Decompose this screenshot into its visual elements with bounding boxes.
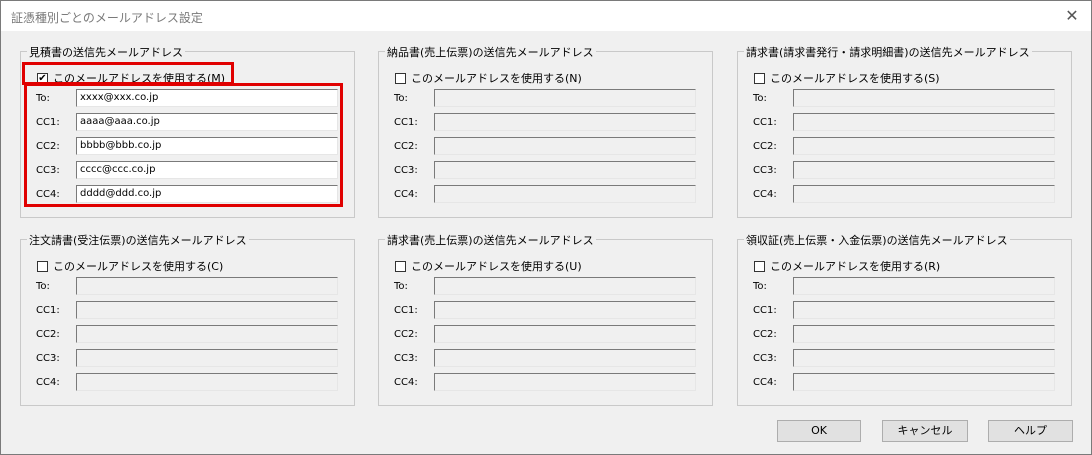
group-delivery: 納品書(売上伝票)の送信先メールアドレス このメールアドレスを使用する(N) T… [378,44,713,218]
cc4-label: CC4: [394,189,418,200]
checkbox-label: このメールアドレスを使用する(S) [770,72,940,85]
group-title: 請求書(売上伝票)の送信先メールアドレス [385,232,596,248]
cc3-label: CC3: [753,165,777,176]
cc2-label: CC2: [753,329,777,340]
cc3-label: CC3: [394,353,418,364]
cc1-field[interactable] [76,301,338,319]
cc3-field[interactable] [76,349,338,367]
cc4-field[interactable] [793,373,1055,391]
cc4-label: CC4: [394,377,418,388]
cc2-label: CC2: [394,141,418,152]
cc2-label: CC2: [36,329,60,340]
to-field[interactable] [434,277,696,295]
to-label: To: [394,93,408,104]
to-label: To: [36,281,50,292]
use-address-checkbox-r[interactable]: このメールアドレスを使用する(R) [754,258,940,274]
cc2-field[interactable] [434,325,696,343]
group-invoice-sales: 請求書(売上伝票)の送信先メールアドレス このメールアドレスを使用する(U) T… [378,232,713,406]
group-order-acknowledgement: 注文請書(受注伝票)の送信先メールアドレス このメールアドレスを使用する(C) … [20,232,355,406]
cc1-label: CC1: [394,117,418,128]
checkbox-label: このメールアドレスを使用する(C) [53,260,224,273]
cancel-button[interactable]: キャンセル [882,420,968,442]
cc1-field[interactable] [434,301,696,319]
use-address-checkbox-u[interactable]: このメールアドレスを使用する(U) [395,258,582,274]
ok-button[interactable]: OK [777,420,861,442]
settings-dialog: 証憑種別ごとのメールアドレス設定 ✕ 見積書の送信先メールアドレス ✔ このメー… [0,0,1092,455]
cc4-field[interactable] [434,185,696,203]
cc3-field[interactable] [793,349,1055,367]
cc3-label: CC3: [753,353,777,364]
to-field[interactable] [76,277,338,295]
highlight-box-checkbox [22,62,234,85]
dialog-title: 証憑種別ごとのメールアドレス設定 [11,11,203,25]
checkbox-unchecked-icon[interactable] [754,72,765,84]
group-invoice-statement: 請求書(請求書発行・請求明細書)の送信先メールアドレス このメールアドレスを使用… [737,44,1072,218]
cc4-label: CC4: [36,377,60,388]
cc2-field[interactable] [793,325,1055,343]
group-title: 請求書(請求書発行・請求明細書)の送信先メールアドレス [744,44,1032,60]
cc2-label: CC2: [753,141,777,152]
checkbox-label: このメールアドレスを使用する(N) [411,72,582,85]
highlight-box-fields [24,83,343,207]
use-address-checkbox-n[interactable]: このメールアドレスを使用する(N) [395,70,582,86]
cc2-field[interactable] [793,137,1055,155]
group-receipt: 領収証(売上伝票・入金伝票)の送信先メールアドレス このメールアドレスを使用する… [737,232,1072,406]
cc4-label: CC4: [753,189,777,200]
to-field[interactable] [793,89,1055,107]
cc3-label: CC3: [36,353,60,364]
checkbox-unchecked-icon[interactable] [395,72,406,84]
cc2-field[interactable] [76,325,338,343]
group-title: 領収証(売上伝票・入金伝票)の送信先メールアドレス [744,232,1010,248]
use-address-checkbox-s[interactable]: このメールアドレスを使用する(S) [754,70,940,86]
cc3-field[interactable] [434,161,696,179]
checkbox-label: このメールアドレスを使用する(R) [770,260,941,273]
checkbox-label: このメールアドレスを使用する(U) [411,260,582,273]
to-label: To: [394,281,408,292]
cc3-field[interactable] [434,349,696,367]
help-button[interactable]: ヘルプ [988,420,1073,442]
cc2-field[interactable] [434,137,696,155]
checkbox-unchecked-icon[interactable] [37,260,48,272]
cc3-label: CC3: [394,165,418,176]
use-address-checkbox-c[interactable]: このメールアドレスを使用する(C) [37,258,223,274]
cc1-field[interactable] [793,113,1055,131]
cc1-label: CC1: [753,117,777,128]
cc4-label: CC4: [753,377,777,388]
title-bar: 証憑種別ごとのメールアドレス設定 ✕ [1,1,1091,31]
to-field[interactable] [793,277,1055,295]
cc1-label: CC1: [394,305,418,316]
cc3-field[interactable] [793,161,1055,179]
checkbox-unchecked-icon[interactable] [754,260,765,272]
cc2-label: CC2: [394,329,418,340]
cc1-label: CC1: [36,305,60,316]
to-label: To: [753,281,767,292]
group-title: 見積書の送信先メールアドレス [27,44,185,60]
cc1-label: CC1: [753,305,777,316]
cc1-field[interactable] [793,301,1055,319]
cc1-field[interactable] [434,113,696,131]
group-title: 納品書(売上伝票)の送信先メールアドレス [385,44,596,60]
close-icon[interactable]: ✕ [1061,5,1083,27]
cc4-field[interactable] [434,373,696,391]
to-label: To: [753,93,767,104]
cc4-field[interactable] [793,185,1055,203]
group-title: 注文請書(受注伝票)の送信先メールアドレス [27,232,249,248]
cc4-field[interactable] [76,373,338,391]
to-field[interactable] [434,89,696,107]
checkbox-unchecked-icon[interactable] [395,260,406,272]
